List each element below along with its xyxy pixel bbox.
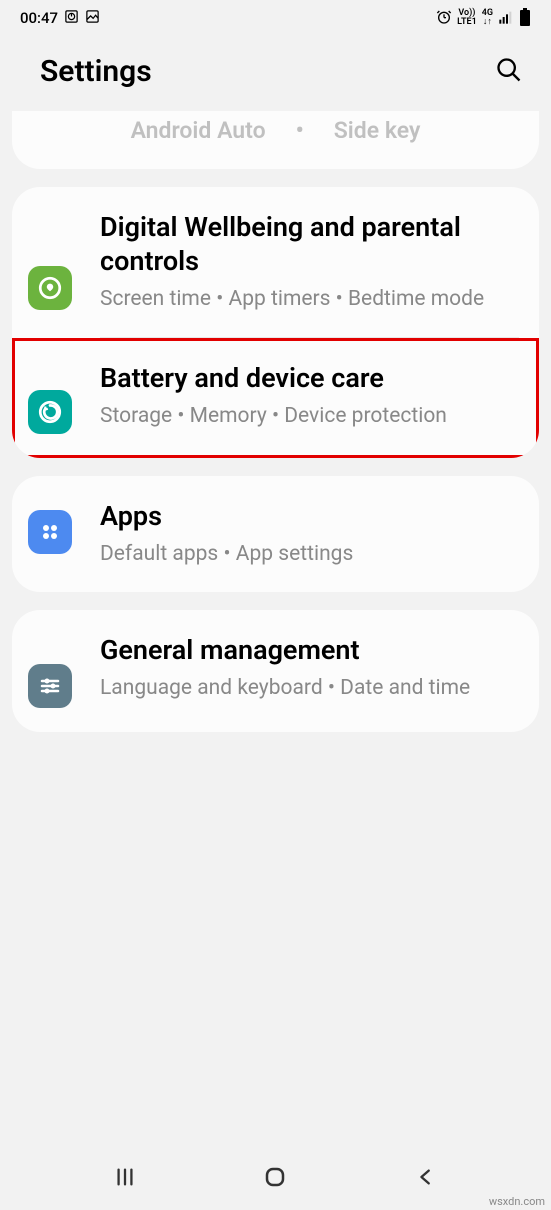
image-icon [85, 9, 100, 28]
card-advanced-partial: Android Auto • Side key [12, 111, 539, 169]
item-subtitle: Storage • Memory • Device protection [100, 402, 519, 430]
navigation-bar [0, 1150, 551, 1204]
settings-list: Android Auto • Side key Digital Wellbein… [0, 111, 551, 732]
status-right: Vo)) LTE1 4G ↓↑ [436, 8, 531, 29]
alarm-icon [436, 9, 452, 28]
partial-right-label: Side key [334, 117, 421, 144]
partial-left-label: Android Auto [131, 117, 266, 144]
row-text: Apps Default apps • App settings [100, 500, 519, 568]
item-subtitle: Screen time • App timers • Bedtime mode [100, 285, 519, 313]
row-text: General management Language and keyboard… [100, 634, 519, 702]
clock-icon [64, 9, 79, 28]
card-apps: Apps Default apps • App settings [12, 476, 539, 592]
status-time: 00:47 [20, 9, 58, 27]
item-subtitle: Language and keyboard • Date and time [100, 674, 519, 702]
status-bar: 00:47 Vo)) LTE1 4G ↓↑ [0, 0, 551, 36]
general-management-icon [28, 664, 72, 708]
status-left: 00:47 [20, 9, 100, 28]
app-header: Settings [0, 36, 551, 111]
nav-back-button[interactable] [406, 1166, 446, 1188]
network-indicator: 4G ↓↑ [482, 9, 493, 27]
watermark: wsxdn.com [489, 1195, 545, 1208]
row-text: Battery and device care Storage • Memory… [100, 362, 519, 430]
apps-icon [28, 510, 72, 554]
partial-dot: • [296, 117, 304, 144]
item-title: Digital Wellbeing and parental controls [100, 211, 519, 279]
item-title: General management [100, 634, 519, 668]
row-text: Digital Wellbeing and parental controls … [100, 211, 519, 313]
partial-row[interactable]: Android Auto • Side key [12, 111, 539, 149]
settings-item-digital-wellbeing[interactable]: Digital Wellbeing and parental controls … [12, 187, 539, 337]
battery-icon [519, 8, 531, 29]
item-title: Battery and device care [100, 362, 519, 396]
settings-item-general-management[interactable]: General management Language and keyboard… [12, 610, 539, 732]
card-wellbeing-device: Digital Wellbeing and parental controls … [12, 187, 539, 458]
signal-icon [498, 9, 514, 28]
page-title: Settings [40, 54, 152, 89]
device-care-icon [28, 390, 72, 434]
item-subtitle: Default apps • App settings [100, 540, 519, 568]
wellbeing-icon [28, 266, 72, 310]
search-button[interactable] [495, 56, 523, 88]
settings-item-apps[interactable]: Apps Default apps • App settings [12, 476, 539, 592]
volte-indicator: Vo)) LTE1 [457, 9, 477, 27]
settings-item-battery-device-care[interactable]: Battery and device care Storage • Memory… [12, 338, 539, 458]
nav-recents-button[interactable] [105, 1166, 145, 1188]
nav-home-button[interactable] [255, 1165, 295, 1189]
card-general: General management Language and keyboard… [12, 610, 539, 732]
item-title: Apps [100, 500, 519, 534]
